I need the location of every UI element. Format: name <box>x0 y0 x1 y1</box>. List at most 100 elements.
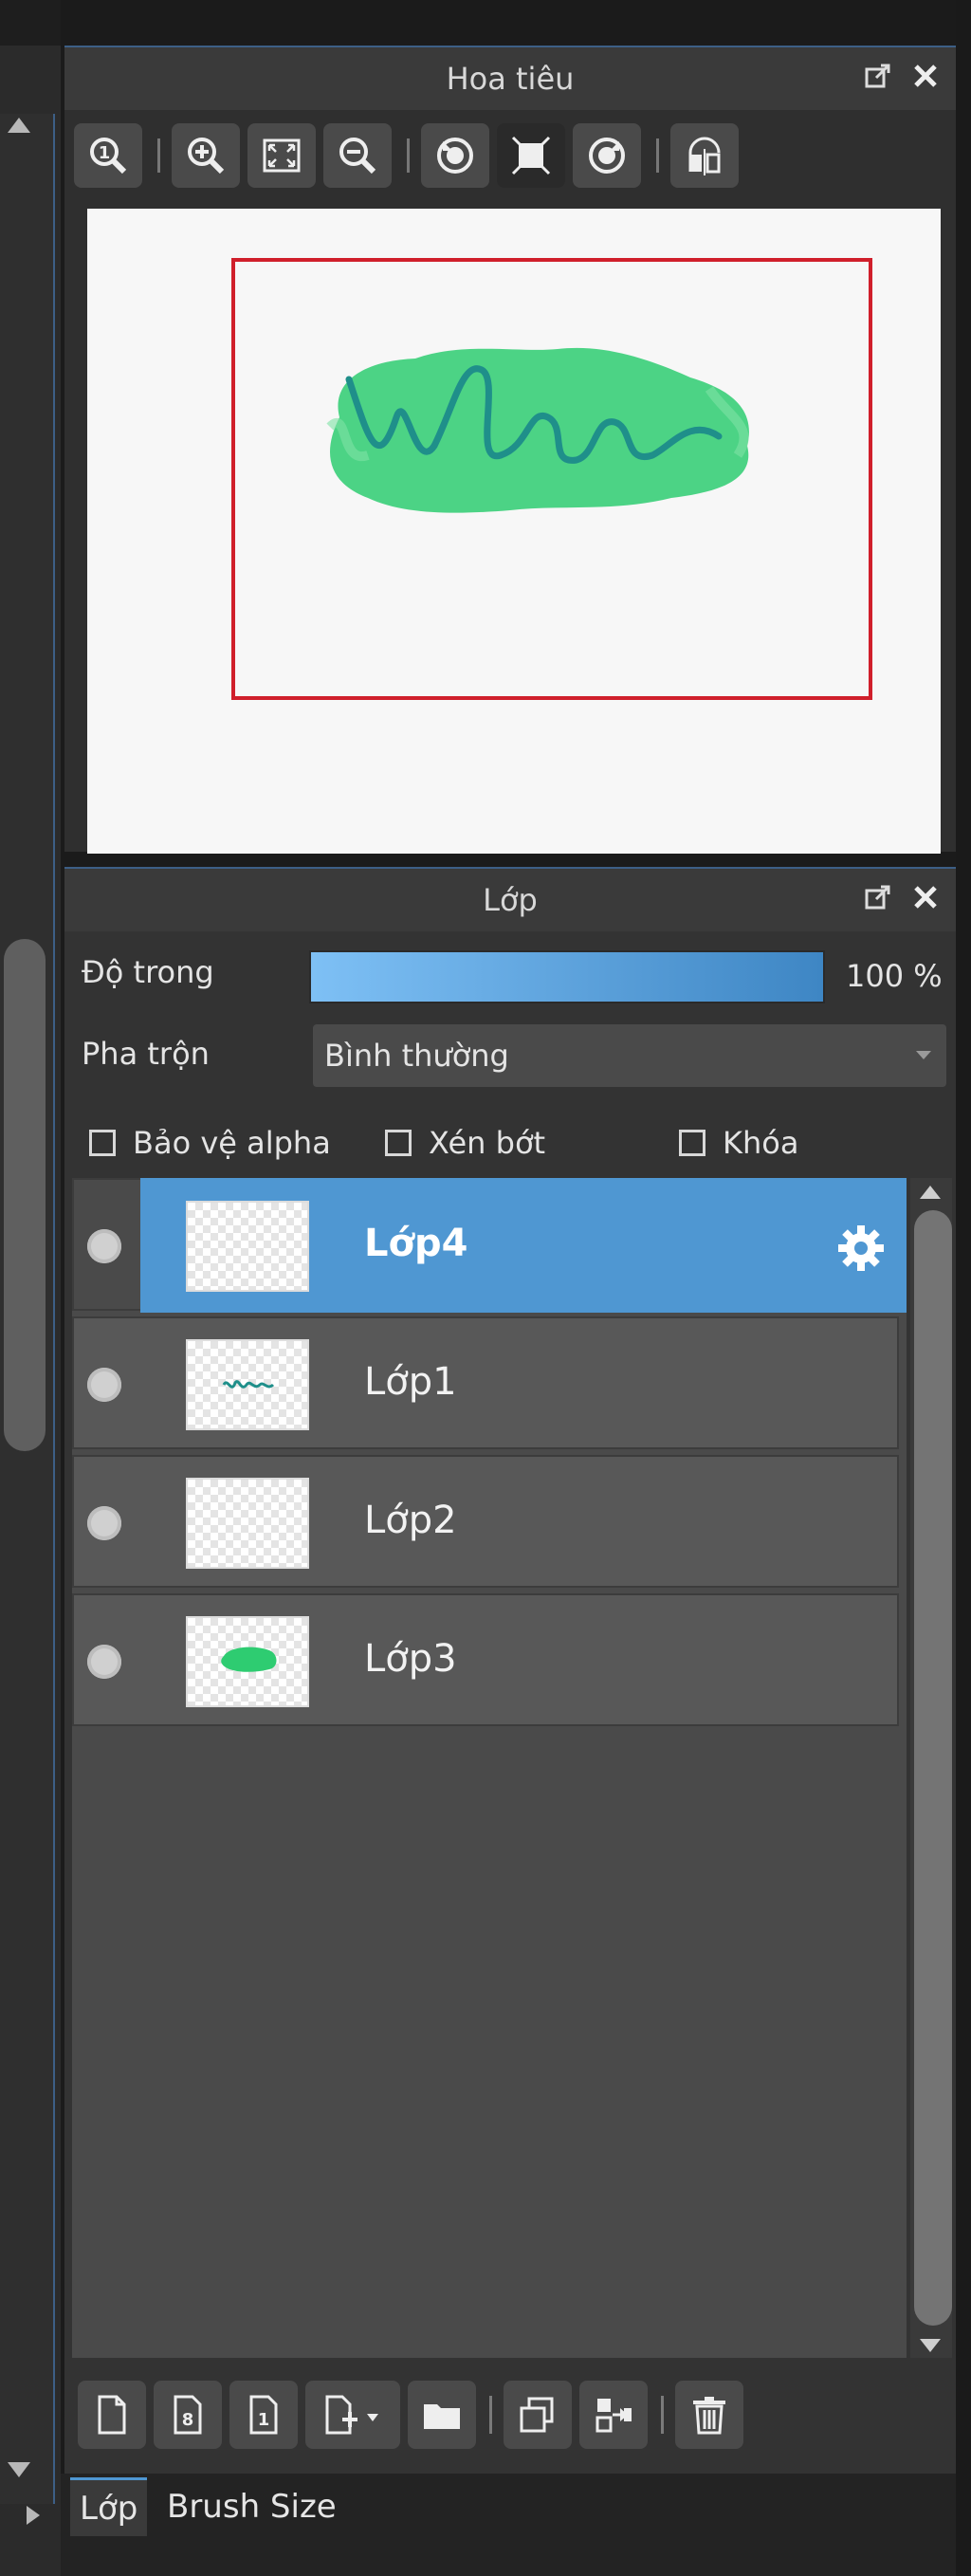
tab-label: Brush Size <box>167 2488 337 2526</box>
left-scroll-thumb[interactable] <box>4 939 46 1451</box>
new-8bit-layer-button[interactable]: 8 <box>154 2381 222 2449</box>
checkbox-box <box>385 1130 412 1156</box>
visibility-toggle-icon[interactable] <box>87 1368 121 1402</box>
navigator-toolbar: 1 <box>74 121 746 190</box>
new-folder-button[interactable] <box>408 2381 476 2449</box>
navigator-view-rectangle[interactable] <box>231 258 872 700</box>
add-layer-dropdown-button[interactable] <box>305 2381 400 2449</box>
new-layer-button[interactable] <box>78 2381 146 2449</box>
merge-down-button[interactable] <box>579 2381 648 2449</box>
delete-layer-button[interactable] <box>675 2381 743 2449</box>
layer-thumbnail <box>186 1478 309 1569</box>
layer-thumbnail <box>186 1616 309 1707</box>
flip-horizontal-icon <box>688 137 721 175</box>
left-dock-top <box>0 0 61 46</box>
toolbar-separator <box>489 2396 492 2434</box>
duplicate-layer-button[interactable] <box>504 2381 572 2449</box>
fit-window-button[interactable] <box>247 123 316 188</box>
zoom-actual-icon: 1 <box>90 138 127 175</box>
zoom-actual-button[interactable]: 1 <box>74 123 142 188</box>
new-1bit-layer-button[interactable]: 1 <box>229 2381 298 2449</box>
layers-panel: Lớp Độ trong 100 % Pha trộn Bình thường … <box>64 867 956 2479</box>
navigator-panel: Hoa tiêu 1 <box>64 46 956 854</box>
close-panel-icon[interactable] <box>910 882 941 912</box>
layer-row-layer1[interactable]: Lớp1 <box>72 1316 899 1449</box>
layer-toolbar: 8 1 <box>78 2377 751 2453</box>
layer-name: Lớp4 <box>364 1222 468 1265</box>
checkbox-box <box>679 1130 705 1156</box>
layers-title-bar: Lớp <box>64 869 956 931</box>
gear-icon[interactable] <box>834 1222 888 1275</box>
folder-icon <box>424 2404 460 2429</box>
layer-row-layer3[interactable]: Lớp3 <box>72 1593 899 1726</box>
bottom-tab-bar: Lớp Brush Size <box>61 2474 956 2576</box>
rotate-right-icon <box>589 138 625 174</box>
scroll-down-icon[interactable] <box>920 2339 941 2352</box>
scroll-up-icon[interactable] <box>920 1186 941 1199</box>
new-1bit-layer-icon: 1 <box>249 2395 278 2435</box>
toolbar-separator <box>157 138 160 173</box>
navigator-preview[interactable] <box>87 209 941 854</box>
add-layer-icon <box>325 2395 378 2435</box>
duplicate-icon <box>520 2397 554 2433</box>
close-panel-icon[interactable] <box>910 61 941 91</box>
layer-row-layer2[interactable]: Lớp2 <box>72 1455 899 1588</box>
opacity-value: 100 % <box>846 958 943 994</box>
tab-brush-size[interactable]: Brush Size <box>157 2477 346 2536</box>
layer-list-scrollbar[interactable] <box>910 1178 952 2358</box>
rotate-left-icon <box>437 138 473 174</box>
toolbar-separator <box>407 138 410 173</box>
blend-mode-select[interactable]: Bình thường <box>313 1024 946 1087</box>
lock-checkbox[interactable]: Khóa <box>679 1125 798 1161</box>
layer-list: Lớp4 Lớp1 Lớp2 Lớp3 <box>72 1178 907 2358</box>
toolbar-separator <box>656 138 659 173</box>
zoom-in-button[interactable] <box>172 123 240 188</box>
rotate-left-button[interactable] <box>421 123 489 188</box>
left-scroll-right-icon[interactable] <box>27 2506 40 2525</box>
layer-name: Lớp3 <box>364 1637 457 1681</box>
navigator-title: Hoa tiêu <box>446 61 575 97</box>
layers-title: Lớp <box>483 882 538 918</box>
protect-alpha-label: Bảo vệ alpha <box>133 1125 331 1161</box>
merge-down-icon <box>595 2399 632 2433</box>
rotate-right-button[interactable] <box>573 123 641 188</box>
svg-text:1: 1 <box>258 2410 270 2430</box>
visibility-toggle-icon[interactable] <box>87 1645 121 1679</box>
fit-window-icon <box>263 138 301 173</box>
layer-name: Lớp1 <box>364 1360 457 1404</box>
new-page-icon <box>98 2395 126 2435</box>
clipping-label: Xén bớt <box>429 1125 546 1161</box>
navigator-title-bar: Hoa tiêu <box>64 47 956 110</box>
blend-mode-value: Bình thường <box>324 1038 509 1074</box>
left-scroll-down-icon[interactable] <box>8 2462 30 2477</box>
layer-name: Lớp2 <box>364 1499 457 1542</box>
right-edge <box>956 0 971 2576</box>
left-dock-strip <box>0 0 61 2576</box>
zoom-out-button[interactable] <box>323 123 392 188</box>
clipping-checkbox[interactable]: Xén bớt <box>385 1125 545 1161</box>
layer-thumbnail <box>186 1201 309 1292</box>
blend-mode-label: Pha trộn <box>82 1036 210 1072</box>
opacity-slider[interactable] <box>309 950 825 1003</box>
opacity-label: Độ trong <box>82 954 214 990</box>
tab-label: Lớp <box>80 2489 138 2528</box>
zoom-out-icon <box>339 138 376 175</box>
flip-horizontal-button[interactable] <box>670 123 739 188</box>
chevron-down-icon <box>916 1051 931 1059</box>
lock-label: Khóa <box>723 1125 799 1161</box>
visibility-toggle-icon[interactable] <box>87 1229 121 1263</box>
checkbox-box <box>89 1130 116 1156</box>
float-panel-icon[interactable] <box>863 882 893 912</box>
visibility-toggle-icon[interactable] <box>87 1506 121 1540</box>
new-8bit-layer-icon: 8 <box>174 2395 202 2435</box>
tab-layers[interactable]: Lớp <box>70 2477 148 2536</box>
protect-alpha-checkbox[interactable]: Bảo vệ alpha <box>89 1125 331 1161</box>
scroll-thumb[interactable] <box>914 1210 952 2326</box>
left-scroll-up-icon[interactable] <box>8 118 30 133</box>
layer-row-layer4[interactable]: Lớp4 <box>72 1178 907 1313</box>
layer-thumbnail <box>186 1339 309 1430</box>
reset-view-button[interactable] <box>497 123 565 188</box>
float-panel-icon[interactable] <box>863 61 893 91</box>
trash-icon <box>693 2397 725 2435</box>
zoom-in-icon <box>188 138 225 175</box>
